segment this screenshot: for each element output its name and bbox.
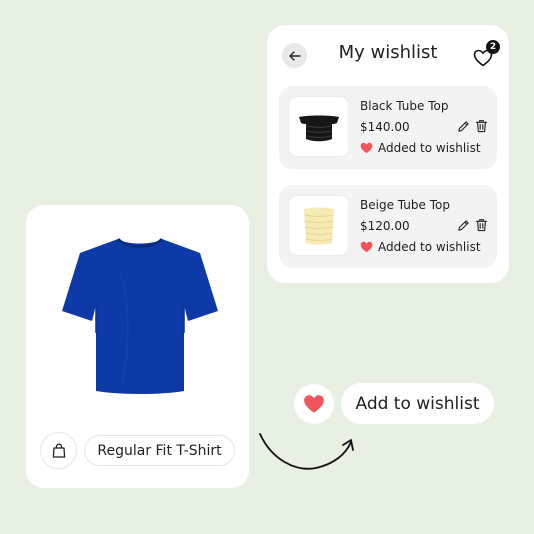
item-price: $120.00: [360, 219, 410, 233]
item-price: $140.00: [360, 120, 410, 134]
beige-tube-top-image: [303, 207, 334, 244]
add-to-wishlist-heart-button[interactable]: [294, 384, 334, 424]
wishlist-heart-button[interactable]: 2: [473, 40, 501, 69]
product-card[interactable]: Regular Fit T-Shirt: [26, 205, 249, 488]
wishlist-panel: My wishlist 2 Black Tube Top $140.00 Add…: [267, 25, 509, 283]
item-status-text: Added to wishlist: [378, 141, 481, 155]
trash-icon[interactable]: [475, 218, 488, 232]
trash-icon[interactable]: [475, 119, 488, 133]
heart-filled-icon: [360, 142, 373, 154]
black-tube-top-image: [298, 115, 339, 141]
heart-filled-icon: [304, 395, 324, 413]
add-to-wishlist-button[interactable]: Add to wishlist: [341, 383, 494, 424]
wishlist-count-badge: 2: [486, 40, 500, 54]
product-name: Regular Fit T-Shirt: [84, 435, 235, 466]
wishlist-header: My wishlist 2: [267, 39, 509, 71]
edit-pencil-icon[interactable]: [457, 120, 470, 133]
heart-filled-icon: [360, 241, 373, 253]
item-name: Beige Tube Top: [360, 198, 450, 212]
shopping-bag-button[interactable]: [40, 432, 77, 469]
item-name: Black Tube Top: [360, 99, 449, 113]
item-status-text: Added to wishlist: [378, 240, 481, 254]
tshirt-image: [62, 237, 218, 394]
shopping-bag-icon: [52, 443, 65, 458]
wishlist-item[interactable]: Black Tube Top $140.00 Added to wishlist: [279, 86, 497, 169]
curved-arrow: [259, 433, 354, 470]
item-thumbnail: [288, 195, 349, 256]
item-status: Added to wishlist: [360, 240, 481, 254]
item-status: Added to wishlist: [360, 141, 481, 155]
edit-pencil-icon[interactable]: [457, 219, 470, 232]
wishlist-item[interactable]: Beige Tube Top $120.00 Added to wishlist: [279, 185, 497, 268]
item-thumbnail: [288, 96, 349, 157]
